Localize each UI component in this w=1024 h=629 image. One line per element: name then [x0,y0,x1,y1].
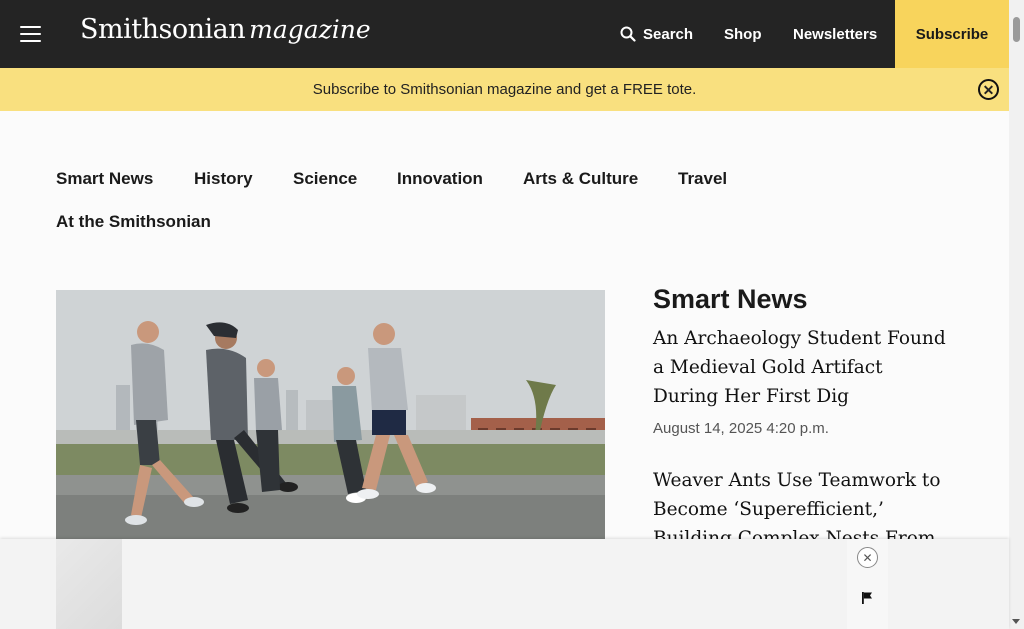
site-logo[interactable]: Smithsonian magazine [80,14,371,45]
search-icon [620,26,636,42]
search-label: Search [643,25,694,43]
sidebar-title[interactable]: Smart News [653,284,808,315]
article-date: August 14, 2025 4:20 p.m. [653,420,829,437]
scrollbar[interactable] [1009,0,1024,629]
site-header: Smithsonian magazine Search Shop Newslett… [0,0,1009,68]
newsletters-link[interactable]: Newsletters [793,0,877,68]
nav-item-arts-culture[interactable]: Arts & Culture [523,169,638,189]
nav-item-innovation[interactable]: Innovation [397,169,483,189]
logo-suffix: magazine [249,15,371,44]
ad-banner[interactable]: ✕ [0,539,1009,629]
article-title[interactable]: Weaver Ants Use Teamwork to Become ‘Supe… [653,466,953,539]
menu-icon[interactable] [20,26,41,42]
runners-photo [56,290,605,539]
logo-brand: Smithsonian [80,14,246,45]
flag-icon[interactable] [860,591,874,605]
shop-link[interactable]: Shop [724,0,762,68]
search-button[interactable]: Search [620,0,693,68]
promo-text[interactable]: Subscribe to Smithsonian magazine and ge… [313,81,697,98]
nav-item-travel[interactable]: Travel [678,169,727,189]
ad-close-icon[interactable]: ✕ [857,547,878,568]
nav-item-science[interactable]: Science [293,169,357,189]
ad-image[interactable] [56,539,122,629]
close-icon[interactable]: ✕ [978,79,999,100]
nav-item-smart-news[interactable]: Smart News [56,169,153,189]
promo-banner[interactable]: Subscribe to Smithsonian magazine and ge… [0,68,1009,111]
scroll-down-arrow-icon[interactable] [1012,619,1020,624]
subscribe-button[interactable]: Subscribe [895,0,1009,68]
article-title[interactable]: An Archaeology Student Found a Medieval … [653,324,953,411]
hero-image[interactable] [56,290,605,539]
ad-controls: ✕ [847,539,888,629]
nav-item-at-the-smithsonian[interactable]: At the Smithsonian [56,212,211,232]
nav-item-history[interactable]: History [194,169,253,189]
scroll-thumb[interactable] [1013,17,1020,42]
